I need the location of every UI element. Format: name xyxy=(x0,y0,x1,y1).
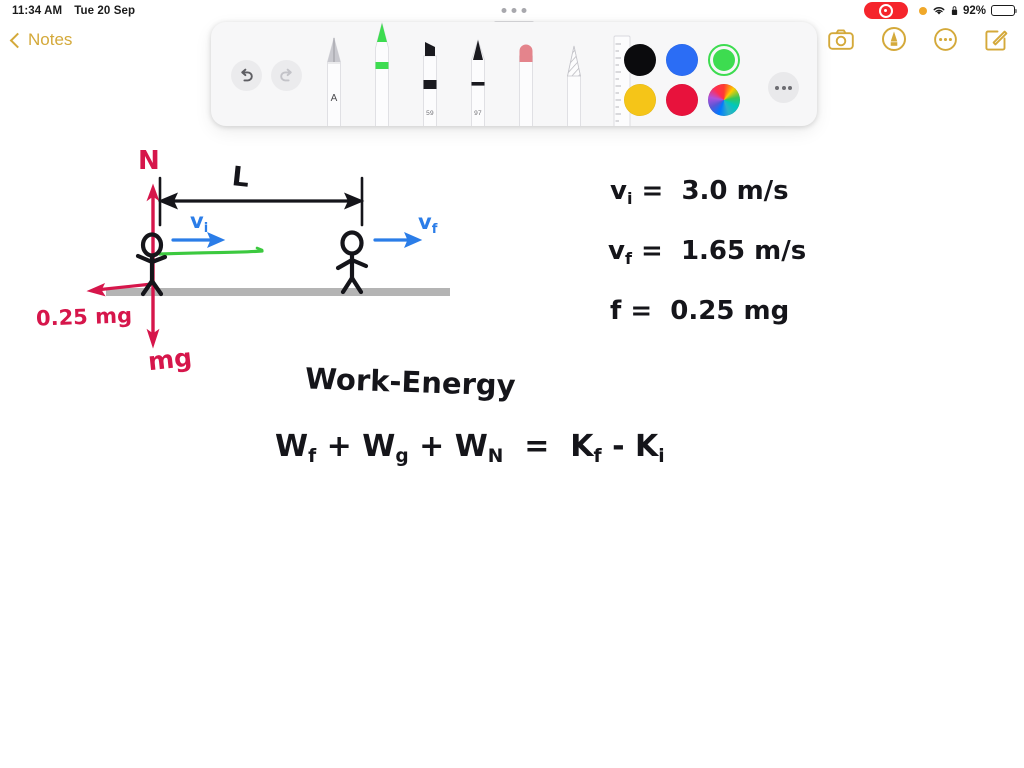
label-weight: mg xyxy=(146,342,194,377)
label-friction-force: 0.25 mg xyxy=(35,303,133,331)
more-icon[interactable] xyxy=(934,27,957,51)
given-friction: f = 0.25 mg xyxy=(610,296,790,326)
label-velocity-final: vf xyxy=(418,210,438,238)
toolbar-more-button[interactable] xyxy=(768,72,799,103)
markup-icon[interactable] xyxy=(882,27,906,51)
swatch-blue[interactable] xyxy=(666,44,698,76)
undo-button[interactable] xyxy=(231,60,262,91)
redo-button[interactable] xyxy=(271,60,302,91)
label-velocity-initial: vi xyxy=(190,209,209,237)
lasso-tool[interactable] xyxy=(559,30,589,126)
fountain-pen-tool[interactable]: A xyxy=(319,30,349,126)
swatch-green[interactable] xyxy=(708,44,740,76)
redo-icon xyxy=(280,68,292,82)
swatch-black[interactable] xyxy=(624,44,656,76)
chevron-left-icon xyxy=(9,32,26,48)
compose-icon[interactable] xyxy=(985,28,1008,51)
camera-icon[interactable] xyxy=(828,28,854,50)
pen-tool[interactable]: 97 xyxy=(463,30,493,126)
swatch-yellow[interactable] xyxy=(624,84,656,116)
fountain-pen-badge: A xyxy=(330,93,338,104)
stick-figure-end xyxy=(335,230,369,295)
highlighter-tool[interactable] xyxy=(367,22,397,126)
undo-icon xyxy=(241,68,253,82)
pen-badge: 97 xyxy=(474,110,482,117)
undo-redo-group xyxy=(231,60,302,91)
eraser-tool[interactable] xyxy=(511,30,541,126)
marker-badge: 59 xyxy=(426,110,434,117)
label-distance-L: L xyxy=(230,161,251,194)
note-actions xyxy=(828,27,1008,51)
swatch-color-wheel[interactable] xyxy=(708,84,740,116)
color-palette xyxy=(624,44,745,120)
swatch-red[interactable] xyxy=(666,84,698,116)
back-button-label: Notes xyxy=(28,30,73,49)
back-to-notes-button[interactable]: Notes xyxy=(9,30,73,50)
drag-handle-dots[interactable] xyxy=(501,8,527,13)
green-highlight-stroke xyxy=(158,249,264,256)
given-vi: vi = 3.0 m/s xyxy=(610,176,789,209)
given-vf: vf = 1.65 m/s xyxy=(608,236,807,269)
work-energy-equation: Wf + Wg + WN = Kf - Ki xyxy=(275,429,665,467)
label-normal-force: N xyxy=(138,146,160,176)
work-energy-heading: Work-Energy xyxy=(304,361,517,403)
markup-toolbar: A 59 97 xyxy=(211,22,817,126)
marker-tool[interactable]: 59 xyxy=(415,30,445,126)
tool-list: A 59 97 xyxy=(319,22,659,126)
